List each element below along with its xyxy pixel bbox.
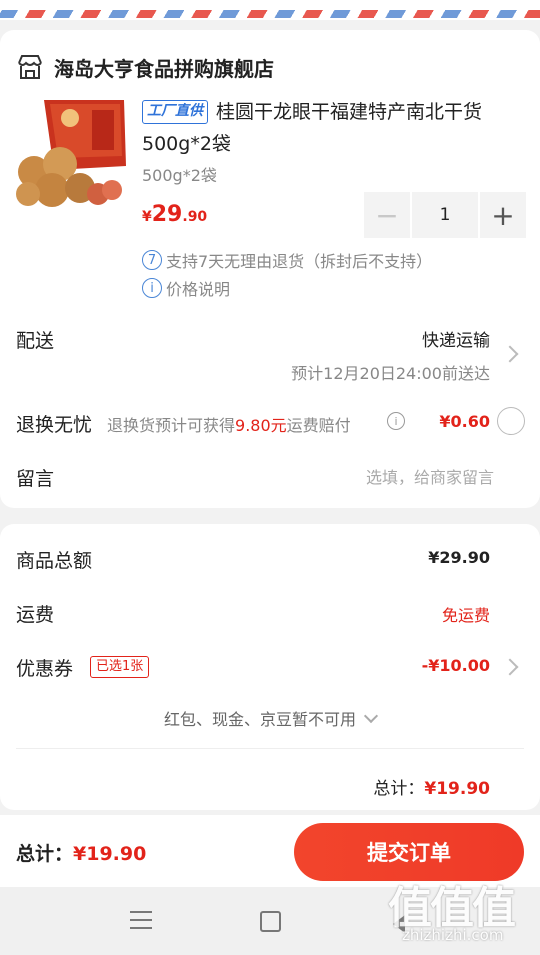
bottom-total-label: 总计： — [16, 843, 74, 865]
bottom-total: 总计：¥19.90 — [16, 839, 146, 866]
product-title[interactable]: 桂圆干龙眼干福建特产南北干货500g*2袋 — [142, 96, 526, 160]
price-currency: ¥ — [142, 209, 152, 225]
delivery-method[interactable]: 快递运输 — [422, 326, 490, 351]
subtotal-value: ¥19.90 — [424, 779, 490, 799]
quantity-value[interactable]: 1 — [412, 192, 478, 238]
quantity-stepper: − 1 + — [364, 192, 526, 238]
shipping-fee-label: 运费 — [16, 604, 55, 626]
return-policy-notice[interactable]: 7 支持7天无理由退货（拆封后不支持） — [142, 248, 432, 272]
chevron-down-icon — [363, 708, 379, 724]
seven-day-icon: 7 — [142, 250, 162, 270]
price-explanation-link[interactable]: i 价格说明 — [142, 276, 230, 300]
plus-button[interactable]: + — [480, 192, 526, 238]
watermark-url: zhizhizhi.com — [402, 926, 504, 944]
wallet-note-text: 红包、现金、京豆暂不可用 — [163, 710, 356, 729]
return-desc-prefix: 退换货预计可获得 — [107, 416, 236, 435]
subtotal-label: 总计： — [373, 779, 425, 799]
return-desc-amount: 9.80元 — [235, 416, 287, 435]
product-image[interactable] — [14, 96, 128, 210]
airmail-border — [0, 0, 540, 20]
divider — [16, 748, 524, 749]
return-desc-suffix: 运费赔付 — [286, 416, 351, 435]
return-insurance-label: 退换无忧 — [16, 414, 93, 436]
coupon-selected-badge[interactable]: 已选1张 — [90, 656, 150, 678]
chevron-right-icon[interactable] — [501, 658, 519, 676]
chevron-right-icon[interactable] — [501, 345, 519, 363]
product-spec: 500g*2袋 — [142, 166, 217, 185]
minus-button[interactable]: − — [364, 192, 410, 238]
coupon-value[interactable]: -¥10.00 — [422, 656, 490, 675]
bottom-total-value: ¥19.90 — [73, 843, 147, 865]
return-policy-text: 支持7天无理由退货（拆封后不支持） — [166, 252, 433, 271]
product-price: ¥29.90 — [142, 202, 207, 227]
price-integer: 29 — [151, 202, 183, 227]
store-header[interactable]: 海岛大亨食品拼购旗舰店 — [16, 50, 274, 84]
store-name: 海岛大亨食品拼购旗舰店 — [54, 56, 274, 81]
delivery-label: 配送 — [16, 330, 55, 352]
return-insurance-radio[interactable] — [497, 407, 525, 435]
shipping-fee-value: 免运费 — [441, 606, 490, 625]
goods-total-value: ¥29.90 — [428, 548, 490, 567]
price-summary-card: 商品总额 ¥29.90 运费 免运费 优惠券 已选1张 -¥10.00 红包、现… — [0, 524, 540, 810]
note-label: 留言 — [16, 468, 55, 490]
wallet-unavailable-note[interactable]: 红包、现金、京豆暂不可用 — [0, 706, 540, 730]
goods-total-label: 商品总额 — [16, 550, 93, 572]
menu-icon[interactable] — [130, 911, 152, 935]
price-explanation-text: 价格说明 — [166, 280, 231, 299]
seller-note-input[interactable] — [300, 464, 496, 490]
coupon-label: 优惠券 — [16, 658, 74, 680]
price-decimal: .90 — [182, 209, 208, 225]
home-icon[interactable] — [260, 911, 281, 932]
airmail-strip — [0, 10, 540, 18]
info-icon[interactable]: i — [387, 412, 405, 430]
return-insurance-desc: 退换货预计可获得9.80元运费赔付 — [107, 412, 351, 436]
delivery-eta: 预计12月20日24:00前送达 — [291, 364, 490, 383]
subtotal: 总计：¥19.90 — [373, 774, 490, 799]
order-card: 海岛大亨食品拼购旗舰店 工厂直供 桂圆干龙眼干福建特产南北干货500g*2袋 5… — [0, 30, 540, 508]
store-icon — [18, 55, 42, 79]
return-insurance-price: ¥0.60 — [439, 412, 490, 431]
info-icon: i — [142, 278, 162, 298]
